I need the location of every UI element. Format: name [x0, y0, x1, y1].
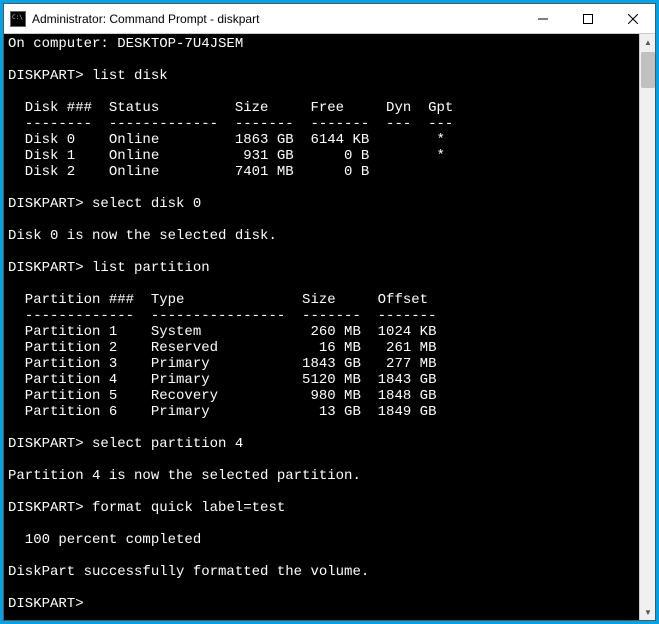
prompt: DISKPART>	[8, 196, 84, 212]
select-partition-response: Partition 4 is now the selected partitio…	[8, 468, 361, 484]
maximize-button[interactable]	[565, 4, 610, 33]
partition-row: Partition 5 Recovery 980 MB 1848 GB	[8, 388, 436, 404]
cmd-format: format quick label=test	[92, 500, 285, 516]
disk-table-divider: -------- ------------- ------- ------- -…	[8, 116, 453, 132]
window-controls	[520, 4, 655, 33]
vertical-scrollbar[interactable]: ▲ ▼	[639, 34, 655, 620]
partition-row: Partition 6 Primary 13 GB 1849 GB	[8, 404, 436, 420]
prompt: DISKPART>	[8, 436, 84, 452]
partition-row: Partition 3 Primary 1843 GB 277 MB	[8, 356, 436, 372]
partition-table-header: Partition ### Type Size Offset	[8, 292, 428, 308]
cmd-select-disk: select disk 0	[92, 196, 201, 212]
cmd-list-disk: list disk	[92, 68, 168, 84]
partition-row: Partition 1 System 260 MB 1024 KB	[8, 324, 436, 340]
command-prompt-window: Administrator: Command Prompt - diskpart…	[3, 3, 656, 621]
window-title: Administrator: Command Prompt - diskpart	[32, 12, 520, 26]
partition-row: Partition 2 Reserved 16 MB 261 MB	[8, 340, 436, 356]
terminal-output[interactable]: On computer: DESKTOP-7U4JSEM DISKPART> l…	[4, 34, 655, 620]
scroll-thumb[interactable]	[641, 52, 655, 88]
cmd-select-partition: select partition 4	[92, 436, 243, 452]
minimize-button[interactable]	[520, 4, 565, 33]
prompt: DISKPART>	[8, 596, 84, 612]
prompt: DISKPART>	[8, 500, 84, 516]
prompt: DISKPART>	[8, 68, 84, 84]
close-button[interactable]	[610, 4, 655, 33]
disk-row: Disk 1 Online 931 GB 0 B *	[8, 148, 445, 164]
cmd-icon	[10, 11, 26, 27]
disk-table-header: Disk ### Status Size Free Dyn Gpt	[8, 100, 453, 116]
partition-row: Partition 4 Primary 5120 MB 1843 GB	[8, 372, 436, 388]
disk-row: Disk 2 Online 7401 MB 0 B	[8, 164, 369, 180]
format-success: DiskPart successfully formatted the volu…	[8, 564, 369, 580]
scroll-up-arrow-icon[interactable]: ▲	[640, 34, 656, 50]
cmd-list-partition: list partition	[92, 260, 210, 276]
format-progress: 100 percent completed	[8, 532, 201, 548]
disk-row: Disk 0 Online 1863 GB 6144 KB *	[8, 132, 445, 148]
prompt: DISKPART>	[8, 260, 84, 276]
computer-line: On computer: DESKTOP-7U4JSEM	[8, 36, 243, 52]
scroll-down-arrow-icon[interactable]: ▼	[640, 604, 656, 620]
partition-table-divider: ------------- ---------------- ------- -…	[8, 308, 436, 324]
select-disk-response: Disk 0 is now the selected disk.	[8, 228, 277, 244]
titlebar[interactable]: Administrator: Command Prompt - diskpart	[4, 4, 655, 34]
